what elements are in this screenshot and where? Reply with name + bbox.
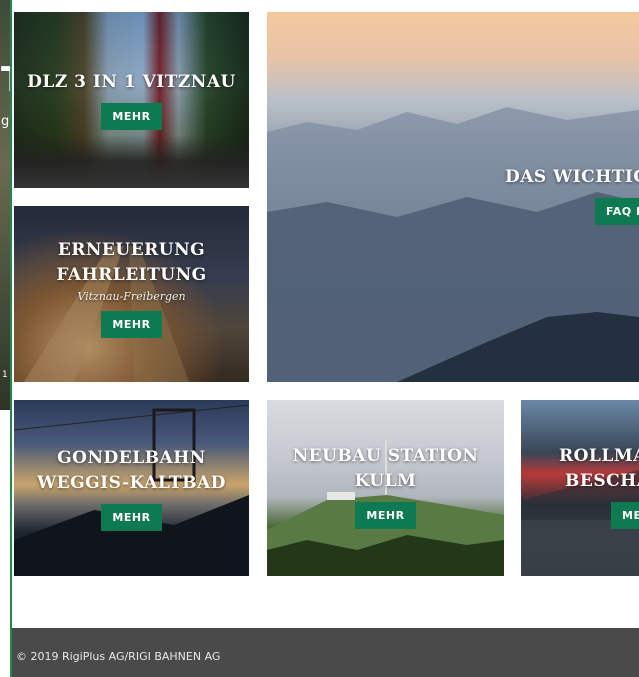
tile-fahrleitung[interactable]: ERNEUERUNG FAHRLEITUNG Vitznau-Freiberge… xyxy=(14,206,249,382)
tile-fahrleitung-mehr-button[interactable]: MEHR xyxy=(101,311,162,338)
tile-gondelbahn[interactable]: GONDELBAHN WEGGIS-KALTBAD MEHR xyxy=(14,400,249,576)
tile-gondelbahn-title-1: GONDELBAHN xyxy=(57,448,206,468)
footer-copyright: © 2019 RigiPlus AG/RIGI BAHNEN AG xyxy=(16,650,221,663)
tile-dlz-title: DLZ 3 IN 1 VITZNAU xyxy=(27,72,236,92)
tile-rollmaterial-title-2: BESCHA xyxy=(565,471,639,491)
tile-faq-button[interactable]: FAQ L xyxy=(595,198,639,225)
tile-gondelbahn-title-2: WEGGIS-KALTBAD xyxy=(37,473,226,493)
tile-kulm-content: NEUBAU STATION KULM MEHR xyxy=(267,444,504,529)
tile-dlz-content: DLZ 3 IN 1 VITZNAU MEHR xyxy=(14,70,249,130)
left-edge-glyph-small: g xyxy=(1,114,10,129)
tile-fahrleitung-content: ERNEUERUNG FAHRLEITUNG Vitznau-Freiberge… xyxy=(14,238,249,338)
footer: © 2019 RigiPlus AG/RIGI BAHNEN AG xyxy=(12,628,639,677)
tile-kulm-title-1: NEUBAU STATION xyxy=(292,446,479,466)
tile-rollmaterial-content: ROLLMA BESCHA ME xyxy=(559,444,639,529)
tile-fahrleitung-title-1: ERNEUERUNG xyxy=(57,240,206,260)
tile-rollmaterial-title-1: ROLLMA xyxy=(559,446,639,466)
tile-fahrleitung-title-2: FAHRLEITUNG xyxy=(56,265,207,285)
tile-kulm-title-2: KULM xyxy=(354,471,417,491)
tile-dlz-mehr-button[interactable]: MEHR xyxy=(101,103,162,130)
tile-faq-content: DAS WICHTIG FAQ L xyxy=(505,165,639,225)
left-edge-glyph-tiny: 1 xyxy=(2,370,8,380)
tile-kulm-mehr-button[interactable]: MEHR xyxy=(355,502,416,529)
tile-fahrleitung-subtitle: Vitznau-Freibergen xyxy=(77,290,186,303)
left-edge-line xyxy=(10,0,12,677)
tile-faq[interactable]: DAS WICHTIG FAQ L xyxy=(267,12,639,382)
tile-gondelbahn-mehr-button[interactable]: MEHR xyxy=(101,504,162,531)
tile-kulm[interactable]: NEUBAU STATION KULM MEHR xyxy=(267,400,504,576)
tile-faq-title: DAS WICHTIG xyxy=(505,167,639,187)
tile-gondelbahn-content: GONDELBAHN WEGGIS-KALTBAD MEHR xyxy=(14,446,249,531)
tile-rollmaterial-button[interactable]: ME xyxy=(611,502,639,529)
tile-dlz-vitznau[interactable]: DLZ 3 IN 1 VITZNAU MEHR xyxy=(14,12,249,188)
tile-rollmaterial[interactable]: ROLLMA BESCHA ME xyxy=(521,400,639,576)
